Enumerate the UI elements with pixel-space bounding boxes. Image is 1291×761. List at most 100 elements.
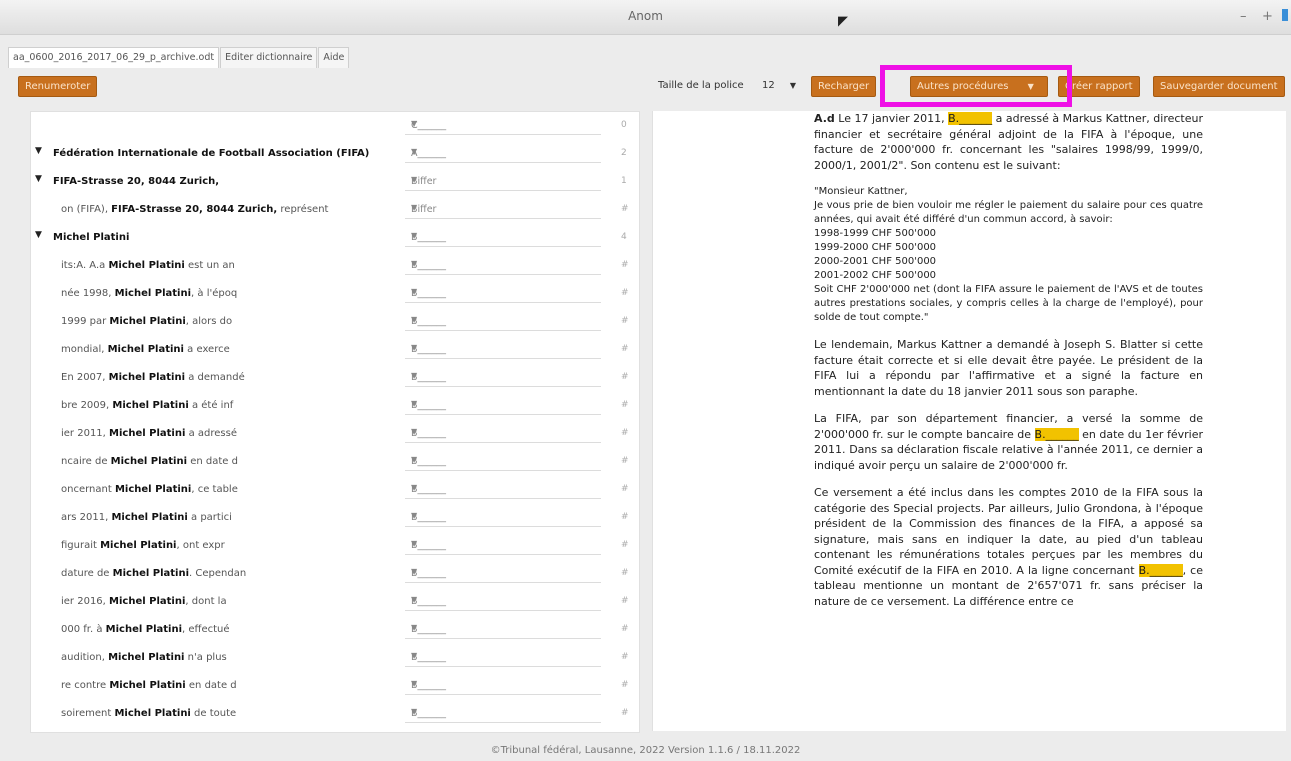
- chevron-down-icon: ▼: [411, 147, 418, 156]
- anonymized-marker[interactable]: B.______: [948, 112, 993, 125]
- letter-line: "Monsieur Kattner,: [814, 186, 908, 197]
- chevron-down-icon: ▼: [411, 399, 418, 408]
- occurrence-count: #: [621, 708, 629, 718]
- replacement-select[interactable]: A______ ▼: [405, 144, 601, 163]
- entity-row[interactable]: its:A. A.a Michel Platini est un an B____…: [31, 252, 639, 280]
- entity-context: re contre Michel Platini en date d: [61, 680, 237, 691]
- entity-row[interactable]: ▼ Fédération Internationale de Football A…: [31, 140, 639, 168]
- chevron-down-icon: ▼: [411, 455, 418, 464]
- replacement-select[interactable]: B______ ▼: [405, 424, 601, 443]
- expand-triangle-icon[interactable]: ▼: [35, 174, 42, 184]
- window-titlebar: Anom ◤ – +: [0, 0, 1291, 35]
- tab-aide[interactable]: Aide: [318, 47, 350, 68]
- replacement-select[interactable]: B______ ▼: [405, 592, 601, 611]
- letter-line: 2000-2001 CHF 500'000: [814, 256, 937, 267]
- replacement-select[interactable]: B______ ▼: [405, 312, 601, 331]
- occurrence-count: #: [621, 204, 629, 214]
- replacement-select[interactable]: B______ ▼: [405, 256, 601, 275]
- entity-row[interactable]: née 1998, Michel Platini, à l'époq B_____…: [31, 280, 639, 308]
- font-size-select[interactable]: 12 ▼: [762, 80, 796, 91]
- entity-row[interactable]: ncaire de Michel Platini en date d B_____…: [31, 448, 639, 476]
- entity-row[interactable]: figurait Michel Platini, ont expr B______…: [31, 532, 639, 560]
- chevron-down-icon: ▼: [411, 427, 418, 436]
- minimize-button[interactable]: –: [1240, 9, 1247, 24]
- entity-list-panel: C______ ▼ 0 ▼ Fédération Internationale de F…: [30, 111, 640, 733]
- replacement-select[interactable]: B______ ▼: [405, 620, 601, 639]
- entity-row[interactable]: ▼ FIFA-Strasse 20, 8044 Zurich, Biffer ▼ 1: [31, 168, 639, 196]
- occurrence-count: #: [621, 400, 629, 410]
- paragraph-a-d: A.d Le 17 janvier 2011, B.______ a adres…: [814, 111, 1203, 173]
- entity-context: oncernant Michel Platini, ce table: [61, 484, 238, 495]
- entity-row[interactable]: bre 2009, Michel Platini a été inf B_____…: [31, 392, 639, 420]
- paragraph-versement: La FIFA, par son département financier, …: [814, 411, 1203, 473]
- tab-document[interactable]: aa_0600_2016_2017_06_29_p_archive.odt: [8, 47, 220, 68]
- replacement-select[interactable]: B______ ▼: [405, 704, 601, 723]
- sauvegarder-document-button[interactable]: Sauvegarder document: [1153, 76, 1285, 97]
- chevron-down-icon: ▼: [411, 483, 418, 492]
- entity-row[interactable]: dature de Michel Platini. Cependan B_____…: [31, 560, 639, 588]
- text-span: Ce versement a été inclus dans les compt…: [814, 486, 1203, 577]
- entity-row[interactable]: En 2007, Michel Platini a demandé B______…: [31, 364, 639, 392]
- chevron-down-icon: ▼: [411, 287, 418, 296]
- replacement-select[interactable]: B______ ▼: [405, 676, 601, 695]
- entity-row[interactable]: ▼ Michel Platini B______ ▼ 4: [31, 224, 639, 252]
- entity-row[interactable]: 000 fr. à Michel Platini, effectué B_____…: [31, 616, 639, 644]
- letter-line: Je vous prie de bien vouloir me régler l…: [814, 200, 1203, 225]
- tab-editer-dictionnaire[interactable]: Editer dictionnaire: [220, 47, 318, 68]
- entity-context: 1999 par Michel Platini, alors do: [61, 316, 233, 327]
- occurrence-count: #: [621, 456, 629, 466]
- occurrence-count: #: [621, 680, 629, 690]
- replacement-select[interactable]: B______ ▼: [405, 508, 601, 527]
- entity-row[interactable]: re contre Michel Platini en date d B_____…: [31, 672, 639, 700]
- entity-context: FIFA-Strasse 20, 8044 Zurich,: [53, 176, 220, 187]
- entity-context: Michel Platini: [53, 232, 130, 243]
- entity-row[interactable]: C______ ▼ 0: [31, 112, 639, 140]
- entity-context: bre 2009, Michel Platini a été inf: [61, 400, 234, 411]
- chevron-down-icon: ▼: [411, 203, 418, 212]
- entity-context: audition, Michel Platini n'a plus: [61, 652, 227, 663]
- entity-row[interactable]: oncernant Michel Platini, ce table B_____…: [31, 476, 639, 504]
- maximize-button[interactable]: +: [1262, 9, 1273, 24]
- expand-triangle-icon[interactable]: ▼: [35, 146, 42, 156]
- occurrence-count: #: [621, 568, 629, 578]
- window-edge-icon: [1282, 9, 1288, 21]
- replacement-select[interactable]: B______ ▼: [405, 340, 601, 359]
- paragraph-comptes: Ce versement a été inclus dans les compt…: [814, 485, 1203, 609]
- replacement-select[interactable]: B______ ▼: [405, 452, 601, 471]
- occurrence-count: #: [621, 596, 629, 606]
- replacement-select[interactable]: B______ ▼: [405, 536, 601, 555]
- entity-context: ars 2011, Michel Platini a partici: [61, 512, 232, 523]
- chevron-down-icon: ▼: [411, 623, 418, 632]
- renumeroter-button[interactable]: Renumeroter: [18, 76, 98, 97]
- replacement-select[interactable]: Biffer ▼: [405, 200, 601, 219]
- replacement-select[interactable]: B______ ▼: [405, 284, 601, 303]
- chevron-down-icon: ▼: [411, 259, 418, 268]
- window-title: Anom: [628, 9, 663, 23]
- entity-row[interactable]: ier 2011, Michel Platini a adressé B_____…: [31, 420, 639, 448]
- letter-line: 1998-1999 CHF 500'000: [814, 228, 937, 239]
- entity-row[interactable]: ars 2011, Michel Platini a partici B_____…: [31, 504, 639, 532]
- replacement-select[interactable]: B______ ▼: [405, 564, 601, 583]
- paragraph-label: A.d: [814, 112, 835, 125]
- occurrence-count: 2: [621, 148, 627, 158]
- replacement-select[interactable]: B______ ▼: [405, 368, 601, 387]
- replacement-select[interactable]: B______ ▼: [405, 396, 601, 415]
- document-panel: A.d Le 17 janvier 2011, B.______ a adres…: [652, 111, 1286, 731]
- entity-context: née 1998, Michel Platini, à l'époq: [61, 288, 238, 299]
- replacement-select[interactable]: B______ ▼: [405, 228, 601, 247]
- anonymized-marker[interactable]: B.______: [1034, 427, 1079, 441]
- replacement-select[interactable]: B______ ▼: [405, 480, 601, 499]
- entity-row[interactable]: mondial, Michel Platini a exerce B______ ▼…: [31, 336, 639, 364]
- entity-row[interactable]: audition, Michel Platini n'a plus B______…: [31, 644, 639, 672]
- entity-row[interactable]: on (FIFA), FIFA-Strasse 20, 8044 Zurich,…: [31, 196, 639, 224]
- recharger-button[interactable]: Recharger: [811, 76, 877, 97]
- entity-row[interactable]: ier 2016, Michel Platini, dont la B______…: [31, 588, 639, 616]
- replacement-select[interactable]: B______ ▼: [405, 648, 601, 667]
- expand-triangle-icon[interactable]: ▼: [35, 230, 42, 240]
- replacement-select[interactable]: Biffer ▼: [405, 172, 601, 191]
- occurrence-count: #: [621, 624, 629, 634]
- replacement-select[interactable]: C______ ▼: [405, 116, 601, 135]
- anonymized-marker[interactable]: B.______: [1138, 563, 1183, 577]
- entity-row[interactable]: 1999 par Michel Platini, alors do B______…: [31, 308, 639, 336]
- entity-row[interactable]: soirement Michel Platini de toute B______…: [31, 700, 639, 728]
